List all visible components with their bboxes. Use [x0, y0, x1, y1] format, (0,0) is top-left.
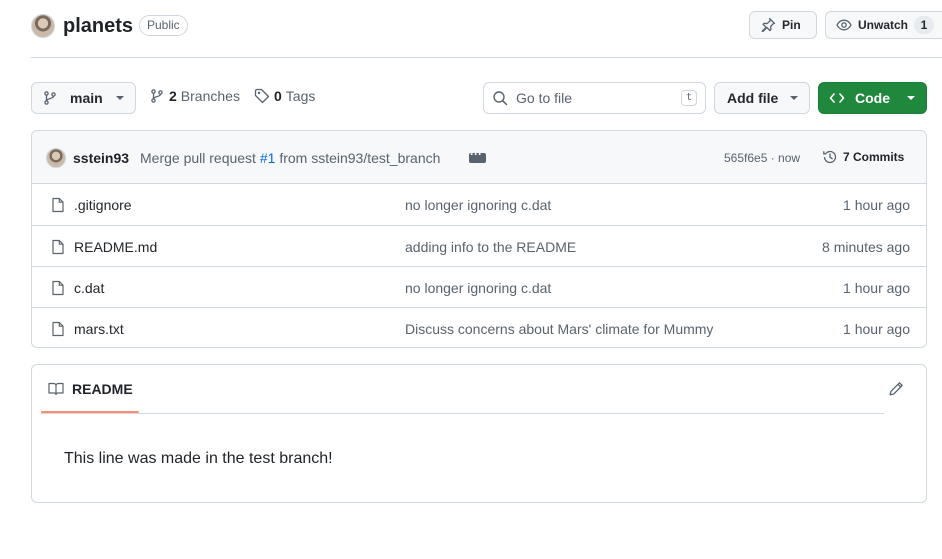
file-row[interactable]: c.dat no longer ignoring c.dat 1 hour ag…	[32, 266, 926, 307]
git-branch-icon	[149, 88, 165, 104]
code-button[interactable]: Code	[818, 82, 927, 114]
add-file-button[interactable]: Add file	[714, 82, 810, 114]
pin-label: Pin	[782, 18, 801, 32]
branch-name: main	[70, 90, 103, 106]
chevron-down-icon	[789, 95, 799, 101]
file-icon	[50, 239, 66, 255]
expand-commit-message-button[interactable]	[469, 147, 486, 163]
book-icon	[48, 381, 64, 397]
go-to-file-input[interactable]: Go to file t	[483, 82, 706, 114]
commit-message[interactable]: Merge pull request #1 from sstein93/test…	[140, 150, 440, 166]
unwatch-label: Unwatch	[858, 18, 909, 32]
file-age: 1 hour ago	[843, 197, 910, 213]
readme-divider	[41, 413, 884, 414]
search-icon	[492, 90, 508, 106]
file-row[interactable]: .gitignore no longer ignoring c.dat 1 ho…	[32, 184, 926, 225]
code-label: Code	[855, 90, 890, 106]
file-commit-message[interactable]: Discuss concerns about Mars' climate for…	[405, 321, 713, 337]
commit-author[interactable]: sstein93	[73, 150, 129, 166]
tags-label: Tags	[285, 88, 316, 104]
code-icon	[829, 90, 845, 106]
header-divider	[31, 57, 942, 58]
watch-count: 1	[914, 16, 935, 34]
tag-icon	[254, 88, 270, 104]
file-age: 8 minutes ago	[822, 239, 910, 255]
unwatch-button[interactable]: Unwatch 1	[825, 11, 942, 39]
file-commit-message[interactable]: no longer ignoring c.dat	[405, 280, 551, 296]
file-age: 1 hour ago	[843, 280, 910, 296]
file-icon	[50, 197, 66, 213]
git-branch-icon	[42, 90, 58, 106]
eye-icon	[836, 17, 852, 33]
branches-link[interactable]: 2 Branches	[149, 88, 240, 104]
file-age: 1 hour ago	[843, 321, 910, 337]
branches-count: 2	[169, 88, 177, 104]
readme-tab[interactable]: README	[48, 381, 133, 397]
file-commit-message[interactable]: adding info to the README	[405, 239, 576, 255]
file-icon	[50, 280, 66, 296]
visibility-badge: Public	[139, 15, 188, 36]
branches-label: Branches	[180, 88, 240, 104]
readme-content: This line was made in the test branch!	[64, 450, 333, 467]
pin-icon	[760, 17, 776, 33]
commit-author-avatar[interactable]	[46, 148, 66, 168]
readme-tab-label: README	[72, 381, 133, 397]
pull-request-link[interactable]: #1	[260, 150, 276, 166]
commit-sha-time[interactable]: 565f6e5 · now	[724, 151, 800, 165]
file-row[interactable]: README.md adding info to the README 8 mi…	[32, 225, 926, 266]
commit-message-prefix: Merge pull request	[140, 150, 256, 166]
history-icon	[822, 149, 838, 165]
tags-link[interactable]: 0 Tags	[254, 88, 315, 104]
file-icon	[50, 321, 66, 337]
add-file-label: Add file	[727, 90, 779, 106]
file-commit-message[interactable]: no longer ignoring c.dat	[405, 197, 551, 213]
file-name[interactable]: .gitignore	[74, 197, 132, 213]
file-browser: sstein93 Merge pull request #1 from sste…	[31, 130, 927, 348]
pin-button[interactable]: Pin	[749, 11, 817, 39]
pencil-icon[interactable]	[888, 381, 904, 397]
readme-panel: README This line was made in the test br…	[31, 364, 927, 503]
commit-message-suffix: from sstein93/test_branch	[279, 150, 441, 166]
file-name[interactable]: README.md	[74, 239, 157, 255]
repo-name[interactable]: planets	[63, 14, 133, 38]
tags-count: 0	[274, 88, 282, 104]
commits-history-link[interactable]: 7 Commits	[822, 149, 904, 165]
chevron-down-icon	[115, 95, 125, 101]
file-row[interactable]: mars.txt Discuss concerns about Mars' cl…	[32, 307, 926, 347]
repo-owner-avatar[interactable]	[31, 14, 55, 38]
chevron-down-icon	[906, 95, 916, 101]
latest-commit-bar: sstein93 Merge pull request #1 from sste…	[32, 131, 926, 184]
commits-label: 7 Commits	[843, 150, 905, 164]
file-name[interactable]: c.dat	[74, 280, 104, 296]
branch-selector[interactable]: main	[31, 82, 136, 114]
search-shortcut: t	[681, 90, 697, 106]
file-name[interactable]: mars.txt	[74, 321, 124, 337]
search-placeholder: Go to file	[516, 90, 573, 106]
